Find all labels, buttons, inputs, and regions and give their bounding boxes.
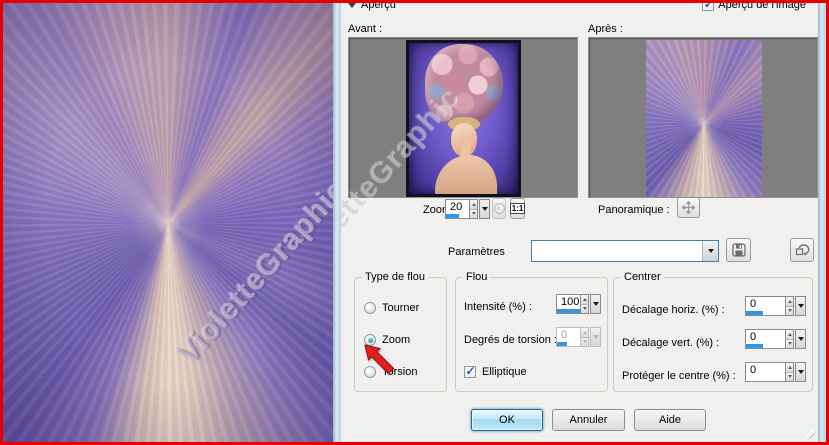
vertical-offset-dropdown[interactable] (795, 329, 806, 349)
horizontal-offset-input[interactable] (746, 298, 789, 310)
radial-blur-dialog: Aperçu Aperçu de l'image VioletteGraphic… (341, 3, 818, 442)
protect-center-input[interactable] (746, 364, 789, 376)
vertical-offset-spinner (745, 329, 806, 349)
intensity-label: Intensité (%) : (464, 301, 532, 313)
settings-label: Paramètres (448, 246, 505, 258)
save-preset-button[interactable] (726, 238, 751, 262)
before-image (406, 40, 521, 197)
after-label: Après : (588, 23, 623, 35)
protect-center-field[interactable] (745, 362, 785, 382)
twist-degrees-label: Degrés de torsion : (464, 334, 557, 346)
before-preview-pane[interactable] (348, 37, 578, 198)
save-icon (732, 243, 746, 257)
settings-combo-arrow[interactable] (702, 241, 718, 261)
center-group: Centrer Décalage horiz. (%) : Décalage v… (613, 277, 813, 392)
reset-to-default-button[interactable] (790, 238, 814, 262)
intensity-input[interactable] (557, 296, 584, 308)
elliptical-checkbox[interactable] (464, 366, 476, 378)
zoom-progress-bar (446, 214, 459, 218)
chevron-down-icon (798, 337, 804, 341)
chevron-down-icon (798, 304, 804, 308)
auto-proof-button[interactable] (492, 198, 506, 219)
horizontal-offset-dropdown[interactable] (795, 296, 806, 316)
elliptical-option[interactable]: Elliptique (464, 366, 527, 378)
preview-image-label: Aperçu de l'image (718, 3, 806, 11)
ok-button[interactable]: OK (471, 409, 543, 431)
horizontal-offset-label: Décalage horiz. (%) : (622, 304, 725, 316)
radio-icon[interactable] (364, 302, 376, 314)
blur-type-title: Type de flou (362, 271, 428, 283)
chevron-down-icon (593, 335, 599, 339)
zoom-spinner (445, 199, 490, 219)
twist-dropdown-button (590, 327, 601, 347)
image-canvas: VioletteGraphic (3, 3, 333, 442)
twist-degrees-spinner (556, 327, 601, 347)
radio-tourner[interactable]: Tourner (364, 302, 419, 314)
radio-tourner-label: Tourner (382, 302, 419, 314)
fit-one-to-one-button[interactable]: 1:1 (510, 198, 525, 219)
window-border-left (333, 3, 341, 442)
blur-group: Flou Intensité (%) : Degrés de torsion : (455, 277, 608, 392)
shoulders (435, 155, 497, 197)
reset-icon (795, 243, 810, 257)
window-border-right (818, 3, 826, 442)
twist-value-field (556, 327, 580, 347)
before-label: Avant : (348, 23, 382, 35)
collapse-arrow-icon (348, 3, 356, 8)
blur-group-title: Flou (463, 271, 490, 283)
preview-image-checkbox[interactable] (702, 3, 714, 11)
annotation-arrow-icon (361, 341, 403, 383)
intensity-progress-bar (557, 309, 580, 313)
watermark-text: VioletteGraphic (171, 173, 333, 371)
protect-center-label: Protéger le centre (%) : (622, 370, 736, 382)
vertical-offset-input[interactable] (746, 331, 789, 343)
twist-input (557, 329, 584, 341)
chevron-down-icon (593, 302, 599, 306)
intensity-spinner (556, 294, 601, 314)
preview-rollup-header[interactable]: Aperçu (348, 3, 396, 11)
intensity-dropdown-button[interactable] (590, 294, 601, 314)
protect-center-spinner (745, 362, 806, 382)
help-button[interactable]: Aide (634, 409, 706, 431)
intensity-value-field[interactable] (556, 294, 580, 314)
horizontal-offset-spinner (745, 296, 806, 316)
elliptical-label: Elliptique (482, 366, 527, 378)
zoom-value-field[interactable] (445, 199, 469, 219)
horizontal-offset-field[interactable] (745, 296, 785, 316)
vertical-offset-field[interactable] (745, 329, 785, 349)
twist-progress-bar (557, 342, 567, 346)
screenshot: VioletteGraphic Aperçu Aperçu de l'image… (0, 0, 829, 445)
zoom-input[interactable] (446, 201, 473, 213)
settings-combo-input[interactable] (532, 241, 702, 261)
after-preview-pane[interactable] (588, 37, 818, 198)
chevron-down-icon (482, 207, 488, 211)
floral-headdress (425, 44, 503, 126)
one-to-one-icon: 1:1 (510, 203, 526, 214)
pan-button[interactable] (677, 197, 700, 218)
chevron-down-icon (798, 370, 804, 374)
resize-grip[interactable] (802, 426, 815, 439)
preview-header-label: Aperçu (361, 3, 396, 11)
preview-image-toggle[interactable]: Aperçu de l'image (702, 3, 806, 11)
zoom-dropdown-button[interactable] (479, 199, 490, 219)
horizontal-offset-bar (746, 311, 763, 315)
vertical-offset-bar (746, 344, 763, 348)
pan-label: Panoramique : (598, 204, 670, 216)
settings-combo[interactable] (531, 240, 719, 262)
pan-move-icon (682, 201, 695, 214)
after-image (646, 40, 762, 197)
chevron-down-icon (708, 249, 714, 253)
cancel-button[interactable]: Annuler (552, 409, 625, 431)
center-group-title: Centrer (621, 271, 664, 283)
protect-center-dropdown[interactable] (795, 362, 806, 382)
auto-proof-icon (494, 203, 505, 214)
vertical-offset-label: Décalage vert. (%) : (622, 337, 719, 349)
